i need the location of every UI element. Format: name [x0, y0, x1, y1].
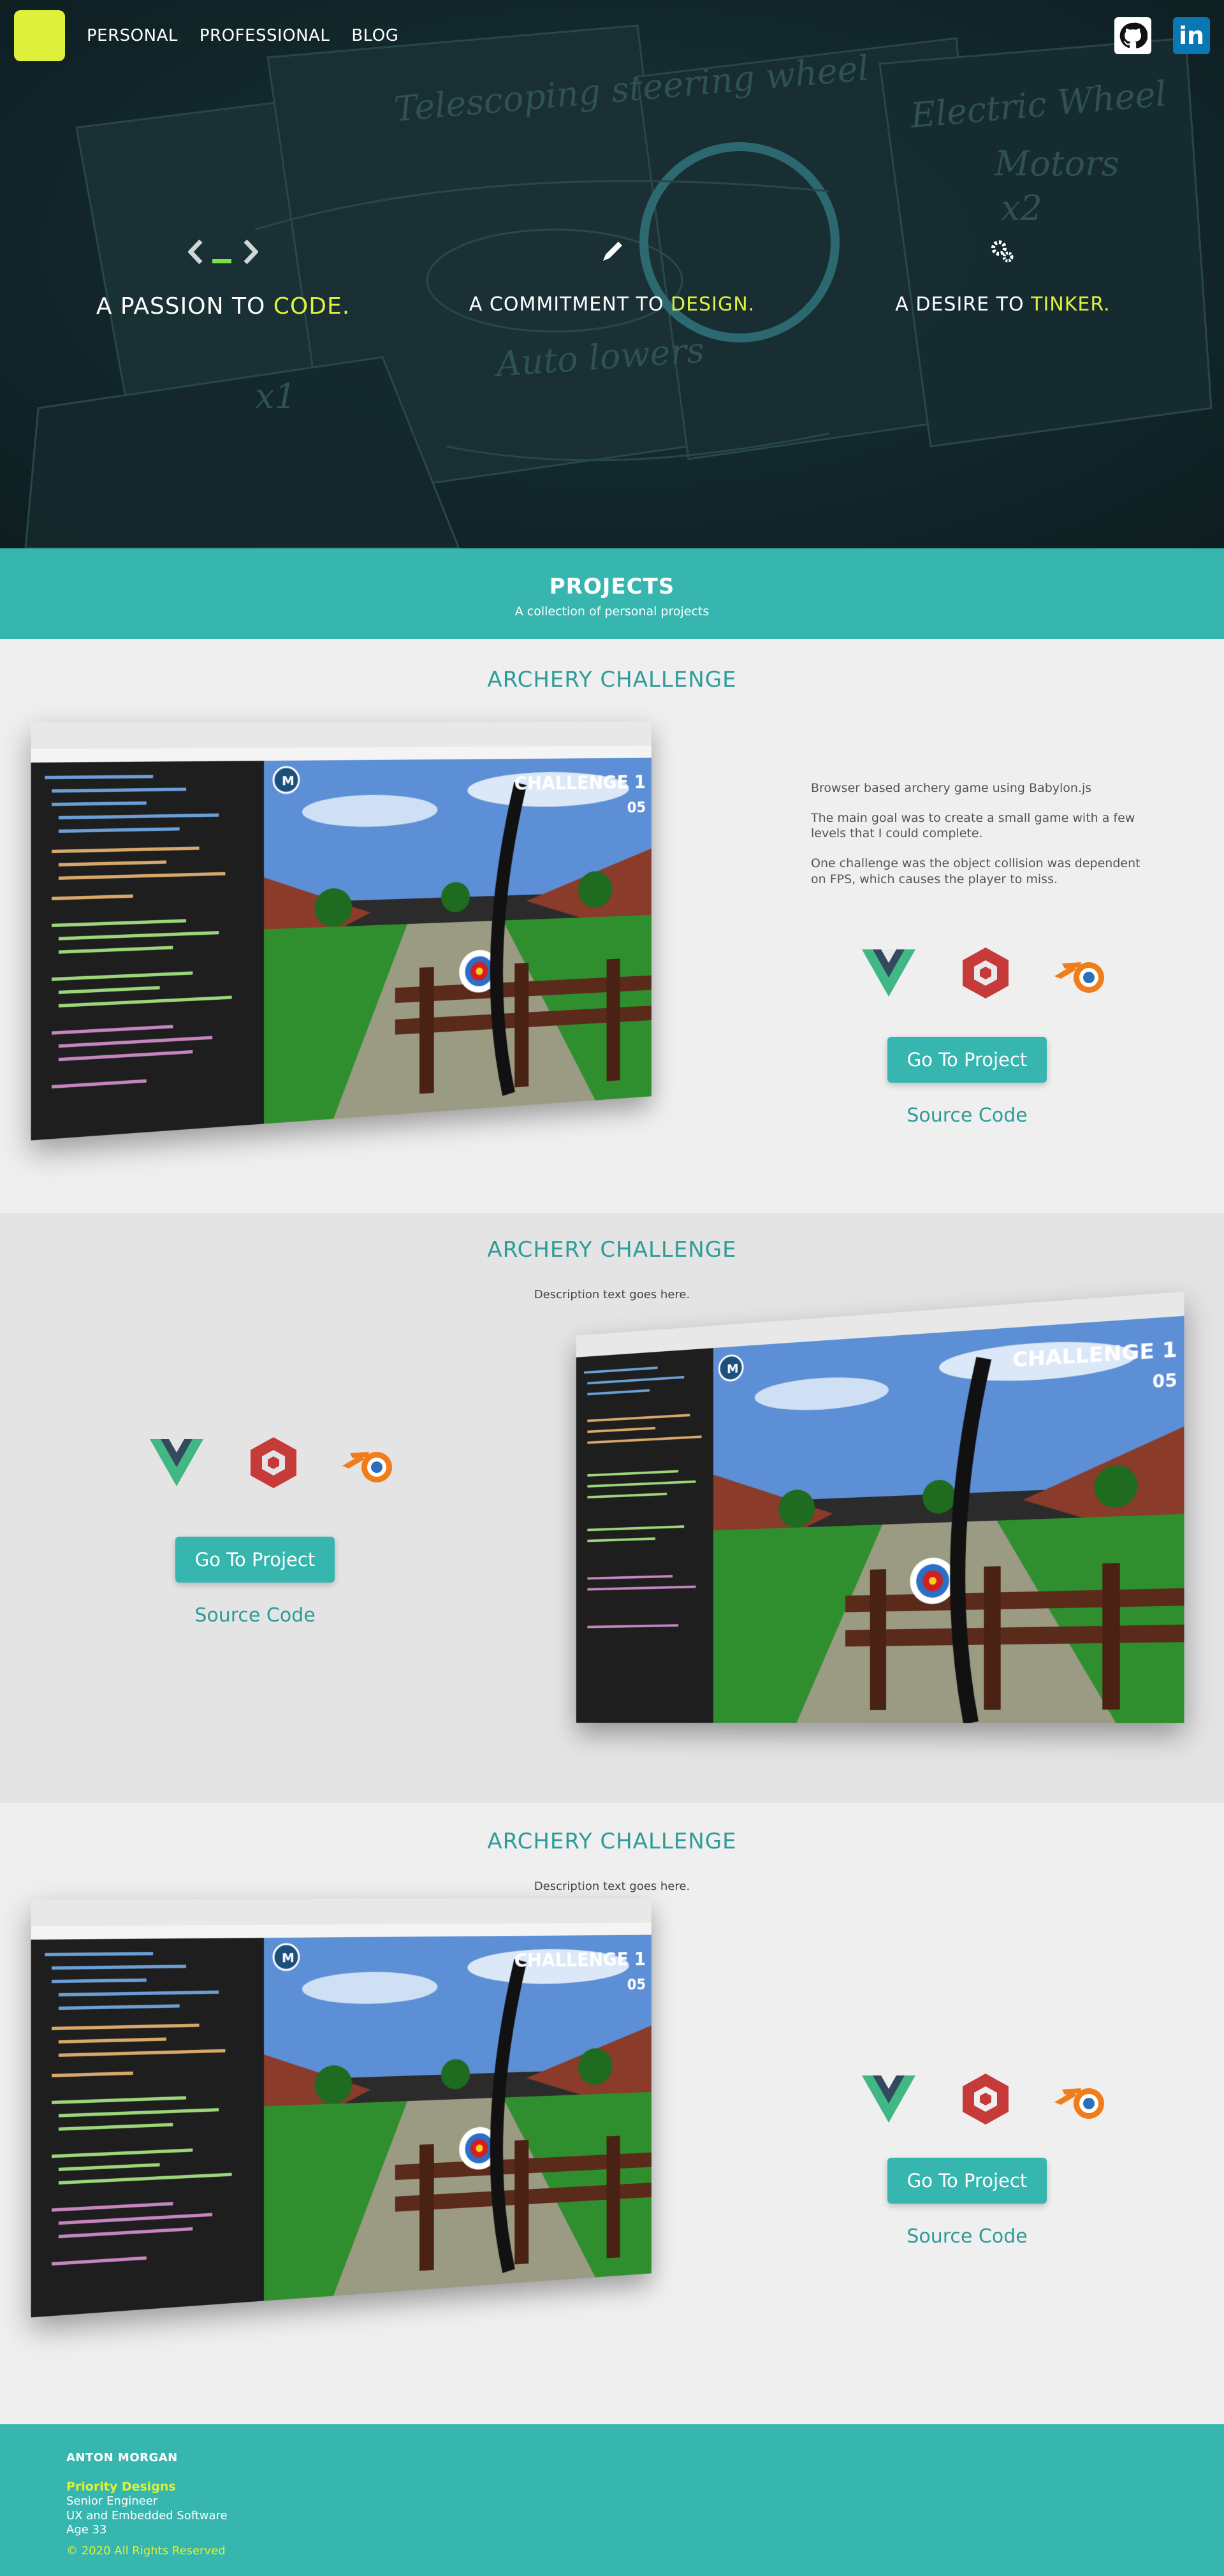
- top-nav: PERSONAL PROFESSIONAL BLOG in: [0, 0, 1224, 71]
- project-screenshot[interactable]: M CHALLENGE 1 05: [31, 721, 652, 1141]
- babylonjs-icon: [958, 945, 1014, 1001]
- footer-focus: UX and Embedded Software: [66, 2508, 228, 2522]
- source-code-link[interactable]: Source Code: [159, 1604, 351, 1627]
- babylonjs-icon: [958, 2071, 1014, 2127]
- babylonjs-icon: [245, 1435, 302, 1491]
- game-badge: M: [282, 773, 295, 788]
- vue-icon: [861, 2071, 917, 2127]
- footer-company: Priority Designs: [66, 2479, 176, 2494]
- game-arrow-count: 05: [1153, 1370, 1177, 1392]
- social-links: in: [1114, 17, 1210, 54]
- footer-name: ANTON MORGAN: [66, 2451, 178, 2464]
- blender-icon: [342, 1435, 398, 1491]
- game-arrow-count: 05: [627, 1975, 646, 1993]
- project-card: ARCHERY CHALLENGE Description text goes …: [0, 1803, 1224, 2424]
- sketch-label: x2: [1001, 188, 1042, 228]
- project-description: Description text goes here.: [534, 1288, 690, 1301]
- projects-header: PROJECTS A collection of personal projec…: [0, 548, 1224, 639]
- tech-stack: [149, 1435, 398, 1491]
- footer-age: Age 33: [66, 2523, 107, 2537]
- gears-icon: [837, 230, 1169, 274]
- footer-role: Senior Engineer: [66, 2494, 158, 2508]
- go-to-project-button[interactable]: Go To Project: [887, 1037, 1047, 1083]
- game-badge: M: [282, 1950, 295, 1965]
- pillar-tinker: A DESIRE TO TINKER.: [837, 230, 1169, 316]
- blender-icon: [1054, 2071, 1111, 2127]
- logo[interactable]: [14, 10, 65, 61]
- game-arrow-count: 05: [627, 798, 646, 816]
- game-challenge-label: CHALLENGE 1: [514, 1949, 646, 1972]
- go-to-project-button[interactable]: Go To Project: [887, 2158, 1047, 2204]
- sketch-label: x1: [255, 376, 296, 416]
- project-title: ARCHERY CHALLENGE: [487, 1237, 737, 1262]
- projects-title: PROJECTS: [549, 574, 675, 599]
- tech-stack: [861, 2071, 1111, 2127]
- nav-link-blog[interactable]: BLOG: [351, 26, 398, 45]
- pillar-design: A COMMITMENT TO DESIGN.: [446, 230, 778, 316]
- description-line: The main goal was to create a small game…: [811, 810, 1135, 841]
- game-challenge-label: CHALLENGE 1: [514, 772, 646, 795]
- go-to-project-button[interactable]: Go To Project: [175, 1537, 335, 1583]
- vue-icon: [149, 1435, 205, 1491]
- sketch-label: Motors: [994, 143, 1119, 184]
- footer-copyright: © 2020 All Rights Reserved: [66, 2543, 226, 2558]
- pillar-code: A PASSION TO CODE.: [57, 230, 389, 319]
- linkedin-icon[interactable]: in: [1173, 17, 1210, 54]
- project-description: Browser based archery game using Babylon…: [811, 780, 1142, 901]
- projects-subtitle: A collection of personal projects: [514, 604, 710, 618]
- description-line: One challenge was the object collision w…: [811, 856, 1140, 886]
- project-screenshot[interactable]: M CHALLENGE 1 05: [31, 1898, 652, 2318]
- project-screenshot[interactable]: M CHALLENGE 1 05: [576, 1291, 1184, 1723]
- footer: ANTON MORGAN Priority Designs Senior Eng…: [0, 2424, 1224, 2576]
- source-code-link[interactable]: Source Code: [871, 2225, 1063, 2248]
- hero-section: Telescoping steering wheel Electric Whee…: [0, 0, 1224, 548]
- description-line: Browser based archery game using Babylon…: [811, 781, 1092, 795]
- project-title: ARCHERY CHALLENGE: [487, 1829, 737, 1854]
- blender-icon: [1054, 945, 1111, 1001]
- project-title: ARCHERY CHALLENGE: [487, 667, 737, 692]
- pencil-icon: [446, 230, 778, 274]
- source-code-link[interactable]: Source Code: [871, 1104, 1063, 1127]
- project-card: ARCHERY CHALLENGE Description text goes …: [0, 1213, 1224, 1803]
- github-icon[interactable]: [1114, 17, 1151, 54]
- code-brackets-icon: [57, 230, 389, 274]
- pillar-tinker-text: A DESIRE TO TINKER.: [895, 293, 1111, 316]
- game-badge: M: [727, 1361, 738, 1377]
- nav-link-professional[interactable]: PROFESSIONAL: [200, 26, 330, 45]
- tech-stack: [861, 945, 1111, 1001]
- nav-link-personal[interactable]: PERSONAL: [87, 26, 178, 45]
- vue-icon: [861, 945, 917, 1001]
- pillar-design-text: A COMMITMENT TO DESIGN.: [469, 293, 755, 316]
- project-description: Description text goes here.: [534, 1880, 690, 1893]
- pillar-code-text: A PASSION TO CODE.: [96, 293, 351, 319]
- project-card: ARCHERY CHALLENGE M CHALLENGE 1 05 Brows…: [0, 639, 1224, 1213]
